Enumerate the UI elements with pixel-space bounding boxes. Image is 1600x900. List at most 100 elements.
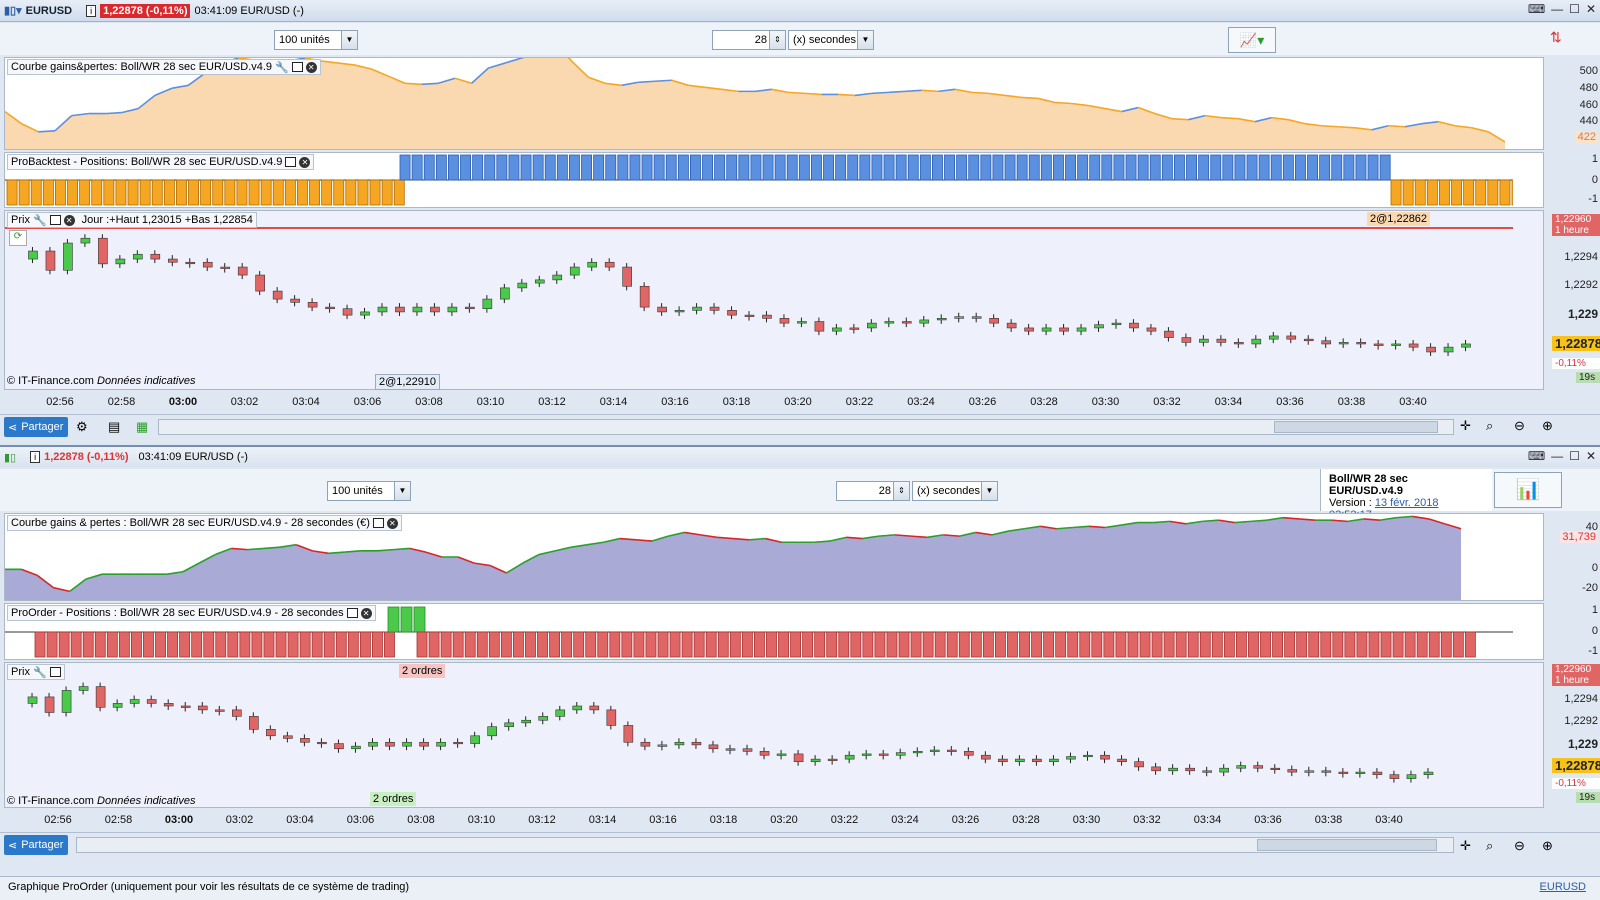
tool-icon[interactable]: ⚙ (76, 419, 88, 435)
bottom-seconds-input[interactable]: 28 ⇕ (836, 481, 910, 501)
position-bar (1065, 154, 1077, 181)
position-bar (284, 179, 296, 206)
position-bar (155, 631, 166, 658)
scroll-thumb[interactable] (1257, 839, 1437, 851)
candle-body (1117, 758, 1127, 763)
candle-body (555, 709, 566, 717)
candle-body (115, 258, 126, 265)
candle-body (901, 321, 912, 324)
window-icon[interactable] (346, 608, 358, 618)
list-icon[interactable]: ▤ (108, 419, 120, 435)
candle-body (552, 274, 563, 281)
crosshair-icon[interactable]: ✛ (1460, 838, 1471, 854)
maximize-icon[interactable]: ☐ (1569, 449, 1580, 463)
candle-body (146, 699, 157, 704)
zoom-in-icon[interactable]: ⊕ (1542, 838, 1553, 854)
position-bar (1125, 154, 1137, 181)
zoom-reset-icon[interactable]: ⌕ (1486, 418, 1493, 434)
position-bar (811, 154, 822, 181)
candle-body (640, 741, 651, 747)
candle-body (947, 749, 957, 752)
candle-body (436, 741, 446, 747)
bottom-titlebar: ▮▯ i 1,22878 (-0,11%) 03:41:09 EUR/USD (… (0, 445, 1600, 467)
time-axis-label: 03:16 (649, 814, 677, 826)
top-seconds-unit-select[interactable]: (x) secondes ▼ (788, 30, 874, 50)
candle-body (272, 290, 283, 300)
equity-segment (654, 79, 672, 83)
wrench-icon[interactable]: 🔧 (275, 61, 289, 74)
candle-body (657, 744, 668, 747)
stepper-icon[interactable]: ⇕ (769, 31, 785, 49)
time-axis-label: 02:58 (107, 396, 136, 408)
system-report-icon[interactable]: 📊 (1494, 472, 1562, 508)
window-icon[interactable] (49, 215, 61, 225)
position-bar (1127, 631, 1139, 658)
zoom-out-icon[interactable]: ⊖ (1514, 838, 1525, 854)
status-link[interactable]: EURUSD (1540, 881, 1586, 893)
sync-icon[interactable]: ⇅ (1550, 29, 1566, 51)
candle-body (727, 310, 737, 316)
share-label: Partager (21, 421, 64, 433)
position-bar (452, 631, 464, 658)
refresh-icon[interactable]: ⟳ (9, 230, 27, 246)
bottom-scrollbar[interactable] (76, 837, 1454, 853)
maximize-icon[interactable]: ☐ (1569, 2, 1580, 16)
close-icon[interactable]: ✕ (1586, 2, 1596, 16)
time-axis-label: 03:18 (709, 814, 738, 826)
close-circle-icon[interactable]: ✕ (299, 156, 311, 168)
indicator-add-icon[interactable]: 📈▾ (1228, 27, 1276, 53)
minimize-icon[interactable]: — (1551, 2, 1563, 16)
candle-body (1286, 335, 1297, 340)
top-instrument[interactable]: EURUSD (26, 5, 72, 17)
close-circle-icon[interactable]: ✕ (305, 61, 317, 73)
position-bar (946, 631, 958, 658)
candle-body (929, 749, 940, 752)
chart-type-icon[interactable]: ▮▯▾ (4, 4, 22, 17)
close-circle-icon[interactable]: ✕ (63, 214, 75, 226)
top-units-select[interactable]: 100 unités ▼ (274, 30, 358, 50)
position-bar (645, 631, 657, 658)
zoom-out-icon[interactable]: ⊖ (1514, 418, 1525, 434)
grid-icon[interactable]: ▦ (136, 419, 148, 435)
window-icon[interactable] (372, 518, 384, 528)
time-axis-label: 02:56 (46, 396, 74, 408)
window-icon[interactable] (49, 667, 61, 677)
info-icon[interactable]: i (86, 4, 97, 17)
position-bar (143, 631, 154, 658)
candle-body (1356, 342, 1366, 345)
zoom-reset-icon[interactable]: ⌕ (1486, 838, 1493, 854)
wrench-icon[interactable]: 🔧 (33, 666, 47, 679)
close-circle-icon[interactable]: ✕ (360, 607, 372, 619)
position-bar (573, 631, 585, 658)
wrench-icon[interactable]: 🔧 (33, 214, 47, 227)
scroll-thumb[interactable] (1274, 421, 1438, 433)
time-axis-label: 03:28 (1030, 396, 1058, 408)
axis-label: 0 (1591, 174, 1598, 186)
candle-body (317, 741, 327, 745)
keyboard-icon[interactable]: ⌨ (1528, 2, 1545, 16)
crosshair-icon[interactable]: ✛ (1460, 418, 1471, 434)
close-circle-icon[interactable]: ✕ (386, 517, 398, 529)
top-scrollbar[interactable] (158, 419, 1454, 435)
candle-body (1151, 766, 1161, 772)
stepper-icon[interactable]: ⇕ (893, 482, 909, 500)
zoom-in-icon[interactable]: ⊕ (1542, 418, 1553, 434)
minimize-icon[interactable]: — (1551, 449, 1563, 463)
bottom-seconds-unit-select[interactable]: (x) secondes ▼ (912, 481, 998, 501)
info-icon[interactable]: i (30, 451, 41, 463)
top-share-button[interactable]: ⋖ Partager (4, 417, 68, 437)
close-icon[interactable]: ✕ (1586, 449, 1596, 463)
window-icon[interactable] (291, 62, 303, 72)
chart-type-icon[interactable]: ▮▯ (4, 451, 16, 464)
keyboard-icon[interactable]: ⌨ (1528, 449, 1545, 463)
position-bar (980, 154, 992, 181)
window-icon[interactable] (285, 157, 297, 167)
candle-body (98, 237, 108, 265)
bottom-share-button[interactable]: ⋖ Partager (4, 835, 68, 855)
bottom-units-select[interactable]: 100 unités ▼ (327, 481, 411, 501)
time-axis-label: 03:32 (1153, 396, 1181, 408)
top-titlebar: ▮▯▾ EURUSD i 1,22878 (-0,11%) 03:41:09 E… (0, 0, 1600, 22)
top-seconds-input[interactable]: 28 ⇕ (712, 30, 786, 50)
equity-segment (788, 91, 806, 95)
position-bar (871, 154, 883, 181)
